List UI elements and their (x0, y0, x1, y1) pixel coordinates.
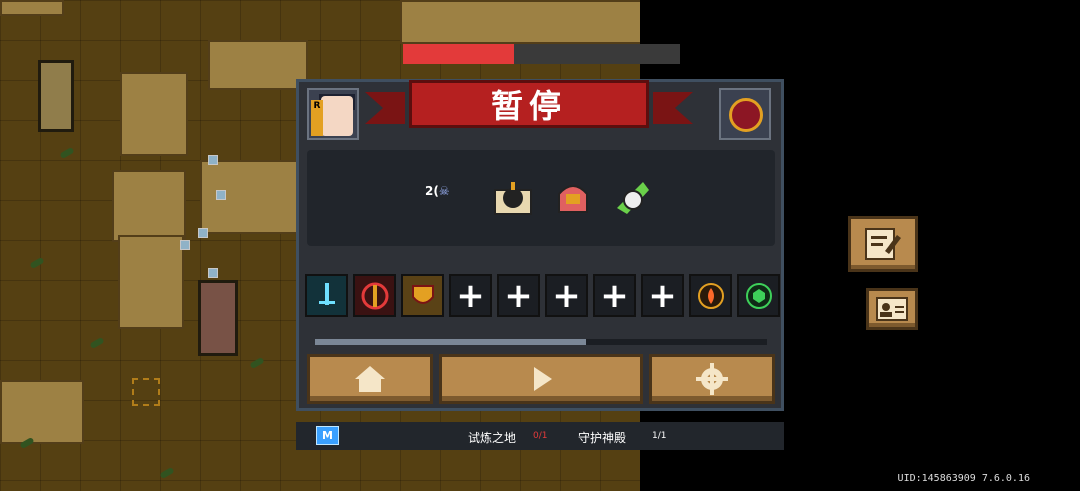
quest-2-name: 守护神殿 (578, 431, 627, 445)
plus-icon: + (600, 275, 629, 316)
buff-shield[interactable] (553, 178, 593, 218)
slot-empty[interactable]: + (449, 274, 492, 317)
profile-button[interactable] (866, 288, 918, 330)
uid-label: UID:145863909 7.6.0.16 (897, 473, 1030, 484)
slot-green-badge[interactable] (737, 274, 780, 317)
gear-icon (696, 363, 728, 395)
plus-icon: + (552, 275, 581, 316)
demon-icon (729, 98, 763, 132)
slot-armor[interactable] (401, 274, 444, 317)
title-banner: 暂停 (365, 80, 667, 144)
play-icon (534, 367, 552, 391)
buff-count: 2( (425, 184, 439, 198)
face-shape (321, 96, 353, 136)
notes-button[interactable] (848, 216, 918, 272)
boss-portrait[interactable] (719, 88, 771, 140)
slot-empty[interactable]: + (593, 274, 636, 317)
home-icon (355, 366, 385, 392)
bomb-icon (494, 182, 532, 215)
pause-panel: R 暂停 2(☠ + + + + + (296, 79, 784, 411)
buff-skull[interactable]: 2(☠ (425, 184, 469, 212)
gem-icon (745, 282, 772, 309)
character-avatar[interactable]: R (307, 88, 359, 140)
dagger-icon (361, 282, 388, 309)
quest-1-name: 试炼之地 (468, 431, 517, 445)
stage-progress-bar (315, 339, 767, 345)
plus-icon: + (456, 275, 485, 316)
fire-icon (697, 282, 724, 309)
slot-fire-badge[interactable] (689, 274, 732, 317)
quest-bar: M 试炼之地 0/1 守护神殿 1/1 (296, 422, 784, 450)
sword-icon (318, 282, 335, 305)
resume-button[interactable] (439, 354, 643, 404)
character-tag: R (311, 100, 323, 136)
enemy-health-fill (403, 44, 514, 64)
plus-icon: + (504, 275, 533, 316)
notepad-icon (865, 228, 901, 260)
quest-2-count: 1/1 (652, 431, 667, 441)
page-title: 暂停 (409, 80, 649, 128)
skeleton-icon: ☠ (438, 184, 450, 198)
id-card-icon (876, 297, 908, 321)
shield-icon (411, 284, 434, 304)
buff-list: 2(☠ (307, 150, 775, 246)
slot-empty[interactable]: + (641, 274, 684, 317)
plus-icon: + (648, 275, 677, 316)
slot-weapon-2[interactable] (353, 274, 396, 317)
home-button[interactable] (307, 354, 433, 404)
quest-1-count: 0/1 (533, 431, 548, 441)
buff-bomb[interactable] (493, 178, 533, 218)
slot-empty[interactable]: + (497, 274, 540, 317)
mode-badge[interactable]: M (316, 426, 339, 445)
slot-weapon-1[interactable] (305, 274, 348, 317)
slot-empty[interactable]: + (545, 274, 588, 317)
enemy-health-bar (403, 44, 680, 64)
stage-progress-fill (315, 339, 587, 345)
settings-button[interactable] (649, 354, 775, 404)
helmet-icon (558, 185, 588, 213)
stopwatch-icon (617, 182, 649, 214)
buff-speed[interactable] (613, 178, 653, 218)
